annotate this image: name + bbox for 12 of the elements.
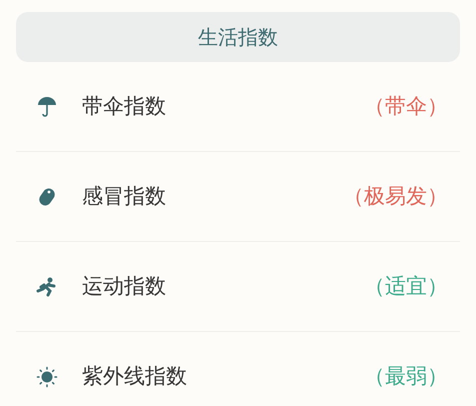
index-label: 带伞指数 <box>82 92 166 120</box>
umbrella-icon <box>37 96 57 118</box>
runner-icon <box>36 276 58 296</box>
index-label: 紫外线指数 <box>82 363 187 390</box>
section-title: 生活指数 <box>198 24 278 51</box>
index-label: 运动指数 <box>82 272 166 300</box>
index-value: （极易发） <box>343 182 448 210</box>
index-value: （最弱） <box>364 363 448 390</box>
index-value: （带伞） <box>364 92 448 120</box>
index-label: 感冒指数 <box>82 182 166 210</box>
index-value: （适宜） <box>364 272 448 300</box>
sun-icon <box>36 366 58 388</box>
